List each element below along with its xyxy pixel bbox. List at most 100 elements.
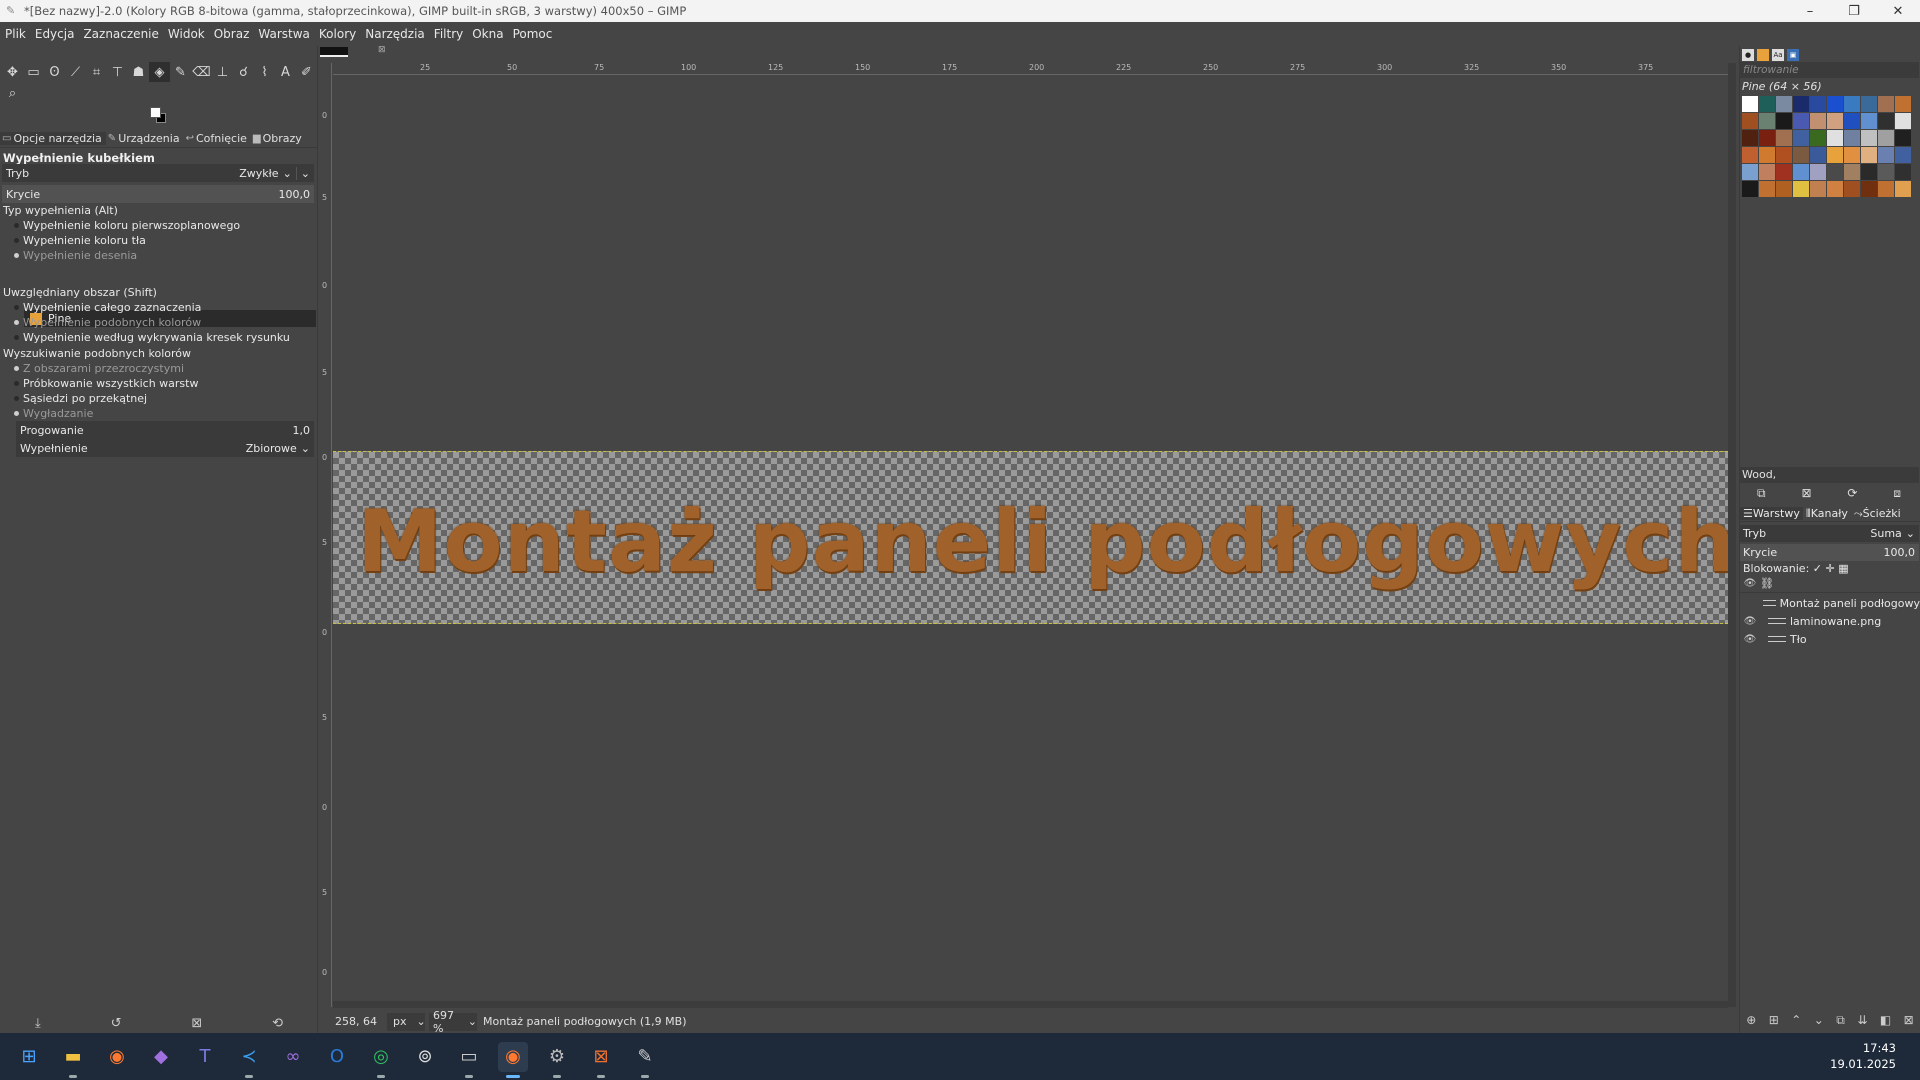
pattern-swatch[interactable] xyxy=(1844,130,1860,146)
fill-by-select[interactable]: Wypełnienie Zbiorowe ⌄ xyxy=(16,439,314,457)
pattern-swatch[interactable] xyxy=(1793,96,1809,112)
radio-area-whole[interactable]: Wypełnienie całego zaznaczenia xyxy=(14,301,201,314)
menu-warstwa[interactable]: Warstwa xyxy=(258,27,310,41)
tab-channels[interactable]: ⦀Kanały xyxy=(1803,507,1851,521)
reset-options-icon[interactable]: ⟲ xyxy=(272,1016,283,1031)
pattern-swatch[interactable] xyxy=(1793,130,1809,146)
firefox-icon[interactable]: ◉ xyxy=(102,1042,132,1072)
pattern-swatch[interactable] xyxy=(1776,130,1792,146)
patterns-tab-icon[interactable] xyxy=(1757,49,1769,61)
pattern-swatch[interactable] xyxy=(1776,96,1792,112)
pattern-swatch[interactable] xyxy=(1878,130,1894,146)
menu-plik[interactable]: Plik xyxy=(5,27,26,41)
zoom-select[interactable]: 697 % ⌄ xyxy=(429,1009,477,1035)
pattern-swatch[interactable] xyxy=(1861,96,1877,112)
paths-tool-icon[interactable]: ⌇ xyxy=(254,62,275,82)
pattern-swatch[interactable] xyxy=(1776,164,1792,180)
pattern-filter-input[interactable]: filtrowanie xyxy=(1739,62,1919,78)
tab-paths[interactable]: ⤳Ścieżki xyxy=(1851,507,1904,521)
warp-tool-icon[interactable]: ☗ xyxy=(128,62,149,82)
pattern-swatch[interactable] xyxy=(1759,164,1775,180)
delete-layer-icon[interactable]: ⊠ xyxy=(1904,1013,1914,1031)
menu-pomoc[interactable]: Pomoc xyxy=(513,27,553,41)
fonts-tab-icon[interactable]: Aa xyxy=(1772,49,1784,61)
pattern-swatch[interactable] xyxy=(1776,113,1792,129)
pattern-swatch[interactable] xyxy=(1742,181,1758,197)
pattern-swatch[interactable] xyxy=(1776,181,1792,197)
menu-edycja[interactable]: Edycja xyxy=(35,27,75,41)
menu-obraz[interactable]: Obraz xyxy=(214,27,250,41)
document-history-tab-icon[interactable]: ▣ xyxy=(1787,49,1799,61)
merge-layer-icon[interactable]: ⇊ xyxy=(1857,1013,1867,1031)
menu-widok[interactable]: Widok xyxy=(168,27,205,41)
menu-okna[interactable]: Okna xyxy=(472,27,503,41)
brushes-tab-icon[interactable]: ● xyxy=(1742,49,1754,61)
gimp-icon[interactable]: ✎ xyxy=(630,1042,660,1078)
delete-options-icon[interactable]: ⊠ xyxy=(191,1016,202,1031)
pattern-swatch[interactable] xyxy=(1793,164,1809,180)
color-picker-tool-icon[interactable]: ✐ xyxy=(296,62,317,82)
clone-tool-icon[interactable]: ⊥ xyxy=(212,62,233,82)
check-sample-merged[interactable]: Próbkowanie wszystkich warstw xyxy=(14,377,198,390)
pattern-swatch[interactable] xyxy=(1827,147,1843,163)
pattern-tag-input[interactable]: Wood, xyxy=(1739,467,1919,483)
pattern-swatch[interactable] xyxy=(1793,181,1809,197)
pattern-swatch[interactable] xyxy=(1759,181,1775,197)
pattern-swatch[interactable] xyxy=(1844,113,1860,129)
pattern-swatch[interactable] xyxy=(1895,147,1911,163)
pattern-swatch[interactable] xyxy=(1895,181,1911,197)
pattern-swatch[interactable] xyxy=(1861,130,1877,146)
pattern-swatch[interactable] xyxy=(1810,96,1826,112)
pattern-swatch[interactable] xyxy=(1861,113,1877,129)
pattern-swatch[interactable] xyxy=(1827,96,1843,112)
tab-devices[interactable]: ✎ Urządzenia xyxy=(106,132,184,145)
radio-area-similar[interactable]: Wypełnienie podobnych kolorów xyxy=(14,316,201,329)
foreground-color-swatch[interactable] xyxy=(150,107,161,118)
pattern-swatch[interactable] xyxy=(1759,130,1775,146)
fg-bg-colors[interactable] xyxy=(148,105,170,125)
pattern-swatch[interactable] xyxy=(1742,113,1758,129)
settings-icon[interactable]: ⚙ xyxy=(542,1042,572,1078)
transform-tool-icon[interactable]: ⊤ xyxy=(107,62,128,82)
refresh-patterns-icon[interactable]: ⟳ xyxy=(1847,486,1857,502)
free-select-tool-icon[interactable]: ʘ xyxy=(44,62,65,82)
pattern-swatch[interactable] xyxy=(1827,181,1843,197)
pattern-swatch[interactable] xyxy=(1810,164,1826,180)
move-tool-icon[interactable]: ✥ xyxy=(2,62,23,82)
maximize-icon[interactable]: ❐ xyxy=(1832,4,1876,19)
check-transparent[interactable]: Z obszarami przezroczystymi xyxy=(14,362,184,375)
crop-tool-icon[interactable]: ⌗ xyxy=(86,62,107,82)
pattern-swatch[interactable] xyxy=(1793,147,1809,163)
menu-narzedzia[interactable]: Narzędzia xyxy=(365,27,425,41)
lower-layer-icon[interactable]: ⌄ xyxy=(1814,1013,1824,1031)
pattern-swatch[interactable] xyxy=(1742,130,1758,146)
visual-studio-icon[interactable]: ∞ xyxy=(278,1042,308,1072)
close-image-icon[interactable]: ⊠ xyxy=(378,45,386,55)
menu-kolory[interactable]: Kolory xyxy=(319,27,356,41)
pattern-swatch[interactable] xyxy=(1810,181,1826,197)
tab-layers[interactable]: ☰Warstwy xyxy=(1740,507,1803,520)
windows-start-icon[interactable]: ⊞ xyxy=(14,1042,44,1072)
duplicate-layer-icon[interactable]: ⧉ xyxy=(1836,1013,1845,1031)
terminal-icon[interactable]: ▭ xyxy=(454,1042,484,1078)
pattern-swatch[interactable] xyxy=(1895,130,1911,146)
pattern-swatch[interactable] xyxy=(1895,113,1911,129)
pattern-swatch[interactable] xyxy=(1878,181,1894,197)
radio-fill-pattern[interactable]: Wypełnienie desenia xyxy=(14,249,137,262)
firefox-active-icon[interactable]: ◉ xyxy=(498,1041,528,1078)
layer-mode-select[interactable]: Tryb Suma ⌄ xyxy=(1740,525,1919,542)
pattern-swatch[interactable] xyxy=(1742,164,1758,180)
spotify-icon[interactable]: ◎ xyxy=(366,1042,396,1078)
fuzzy-select-tool-icon[interactable]: ⟋ xyxy=(65,62,86,82)
layer-row[interactable]: Montaż paneli podłogowy xyxy=(1740,594,1920,612)
radio-fill-fg[interactable]: Wypełnienie koloru pierwszoplanowego xyxy=(14,219,240,232)
layer-row[interactable]: 👁 Tło xyxy=(1740,630,1920,648)
pattern-swatch[interactable] xyxy=(1759,96,1775,112)
unit-select[interactable]: px ⌄ xyxy=(387,1012,426,1031)
vertical-scrollbar[interactable] xyxy=(1728,63,1736,1007)
mode-reset-icon[interactable]: ⌄ xyxy=(295,166,314,180)
radio-fill-bg[interactable]: Wypełnienie koloru tła xyxy=(14,234,146,247)
rect-select-tool-icon[interactable]: ▭ xyxy=(23,62,44,82)
pattern-swatch[interactable] xyxy=(1827,164,1843,180)
layer-row[interactable]: 👁 laminowane.png xyxy=(1740,612,1920,630)
